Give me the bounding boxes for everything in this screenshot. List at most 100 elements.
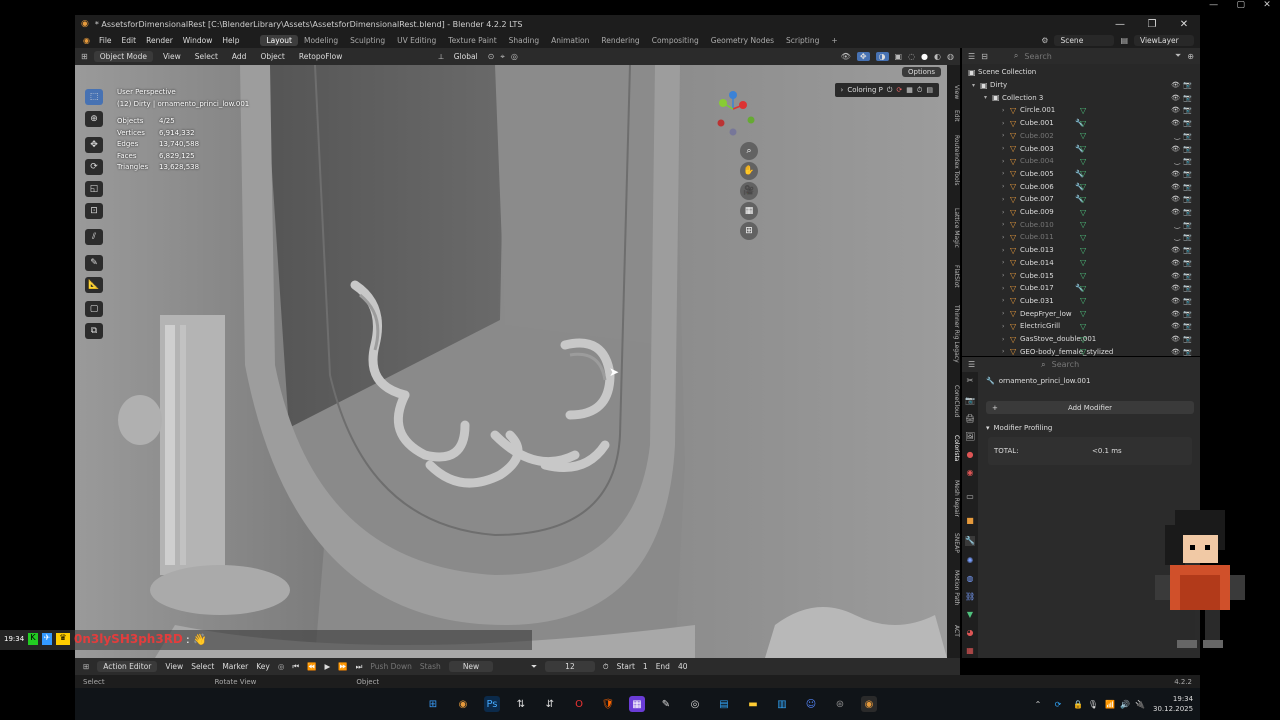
eye-icon[interactable]: ‿	[1174, 157, 1180, 165]
menu-render[interactable]: Render	[141, 36, 178, 45]
proportional-edit-icon[interactable]: ◎	[511, 52, 518, 61]
expand-icon[interactable]: ›	[1002, 221, 1010, 228]
mesh-data-icon[interactable]: ▽	[1080, 220, 1086, 229]
n-tab-edit[interactable]: Edit	[947, 110, 960, 122]
data-tab-icon[interactable]: ▼	[965, 610, 975, 620]
taskbar-clock[interactable]: 19:34 30.12.2025	[1153, 694, 1193, 714]
gizmo-y-axis[interactable]	[719, 99, 727, 107]
workspace-tab-sculpting[interactable]: Sculpting	[344, 35, 391, 46]
jump-end-icon[interactable]: ⏭	[356, 662, 363, 672]
navigation-gizmo[interactable]	[711, 89, 761, 139]
timeline-menu-marker[interactable]: Marker	[222, 662, 248, 671]
blender-app-icon[interactable]: ◉	[455, 696, 471, 712]
photoshop-app-icon[interactable]: Ps	[484, 696, 500, 712]
perspective-grid-icon[interactable]: ▦	[740, 202, 758, 220]
jump-start-icon[interactable]: ⏮	[292, 662, 299, 672]
world-tab-icon[interactable]: ◉	[965, 468, 975, 478]
notes-app-icon[interactable]: ▤	[716, 696, 732, 712]
add-workspace-button[interactable]: +	[825, 35, 843, 46]
tool-tab-icon[interactable]: ✂	[965, 376, 975, 386]
tool-draw[interactable]: ✎	[85, 255, 103, 271]
mesh-data-icon[interactable]: ▽	[1080, 284, 1086, 293]
coloring-panel-label[interactable]: Coloring P	[847, 86, 883, 94]
chevron-right-icon[interactable]: ›	[841, 86, 844, 94]
outer-close-button[interactable]: ✕	[1263, 0, 1271, 15]
expand-icon[interactable]: ›	[1002, 336, 1010, 343]
n-tab-thinner-rig[interactable]: Thinner Rig Legacy	[947, 305, 960, 363]
app-icon[interactable]: ▦	[629, 696, 645, 712]
mesh-data-icon[interactable]: ▽	[1080, 309, 1086, 318]
constraints-tab-icon[interactable]: ⛓	[965, 592, 975, 602]
start-menu-icon[interactable]: ⊞	[425, 696, 441, 712]
gizmo-neg-x[interactable]	[717, 119, 725, 127]
eye-icon[interactable]: 👁	[1171, 106, 1180, 114]
expand-icon[interactable]: ›	[1002, 170, 1010, 177]
editor-type-icon[interactable]: ⊞	[81, 52, 88, 61]
mesh-data-icon[interactable]: ▽	[1080, 169, 1086, 178]
workspace-tab-shading[interactable]: Shading	[503, 35, 545, 46]
filter-icon[interactable]: ⏷	[531, 662, 537, 672]
render-camera-icon[interactable]: 📷	[1183, 132, 1192, 140]
brave-browser-icon[interactable]: 🛡	[600, 696, 616, 712]
viewport-menu-object[interactable]: Object	[256, 51, 288, 62]
outliner-search-input[interactable]: Search	[1024, 52, 1124, 61]
app-icon[interactable]: ✎	[658, 696, 674, 712]
eye-icon[interactable]: ‿	[1174, 132, 1180, 140]
expand-icon[interactable]: ›	[1002, 196, 1010, 203]
outliner-item[interactable]: › ▽ Cube.001 🔧 ▽ 👁 📷	[962, 117, 1200, 130]
stash-button[interactable]: Stash	[420, 662, 441, 671]
mesh-data-icon[interactable]: ▽	[1080, 322, 1086, 331]
expand-icon[interactable]: ›	[1002, 183, 1010, 190]
blender-menu-icon[interactable]: ◉	[79, 36, 94, 45]
render-camera-icon[interactable]: 📷	[1183, 246, 1192, 254]
retopoflow-menu[interactable]: RetopoFlow	[295, 51, 347, 62]
menu-help[interactable]: Help	[217, 36, 244, 45]
expand-icon[interactable]: ›	[1002, 323, 1010, 330]
wifi-icon[interactable]: 📶	[1102, 696, 1118, 712]
start-frame-field[interactable]: 1	[643, 662, 648, 671]
object-tab-icon[interactable]: ■	[965, 516, 975, 526]
outliner-item[interactable]: › ▽ ElectricGrill ▽ 👁 📷	[962, 320, 1200, 333]
render-camera-icon[interactable]: 📷	[1183, 106, 1192, 114]
render-camera-icon[interactable]: 📷	[1183, 170, 1192, 178]
timeline-editor-icon[interactable]: ⊞	[83, 662, 89, 671]
outliner-item[interactable]: › ▽ DeepFryer_low ▽ 👁 📷	[962, 307, 1200, 320]
mesh-data-icon[interactable]: ▽	[1080, 157, 1086, 166]
n-tab-conecloud[interactable]: ConeCloud	[947, 385, 960, 418]
tray-chevron-icon[interactable]: ⌃	[1030, 696, 1046, 712]
workspace-tab-uv-editing[interactable]: UV Editing	[391, 35, 442, 46]
workspace-tab-scripting[interactable]: Scripting	[780, 35, 825, 46]
expand-icon[interactable]: ›	[1002, 145, 1010, 152]
render-camera-icon[interactable]: 📷	[1183, 297, 1192, 305]
tool-rotate[interactable]: ⟳	[85, 159, 103, 175]
expand-icon[interactable]: ›	[1002, 158, 1010, 165]
history-icon[interactable]: ⏱	[917, 86, 922, 95]
outliner-item[interactable]: › ▽ Cube.002 ▽ ‿ 📷	[962, 130, 1200, 143]
outliner-item[interactable]: › ▽ Cube.013 ▽ 👁 📷	[962, 244, 1200, 257]
blender-active-icon[interactable]: ◉	[861, 696, 877, 712]
mesh-data-icon[interactable]: ▽	[1080, 271, 1086, 280]
menu-file[interactable]: File	[94, 36, 117, 45]
gizmo-x-axis[interactable]	[739, 101, 747, 109]
outer-maximize-button[interactable]: ▢	[1236, 0, 1245, 15]
outliner-item[interactable]: › ▽ Cube.003 🔧 ▽ 👁 📷	[962, 142, 1200, 155]
collection-tab-icon[interactable]: ▭	[965, 492, 975, 502]
close-button[interactable]: ✕	[1168, 15, 1200, 33]
eye-icon[interactable]: 👁	[1171, 145, 1180, 153]
play-icon[interactable]: ▶	[325, 662, 331, 671]
visibility-icon[interactable]: 👁	[841, 52, 851, 61]
n-tab-mesh-repair[interactable]: Mesh Repair	[947, 480, 960, 517]
color-swatch-icon[interactable]: ▦	[906, 86, 913, 94]
orientation-dropdown[interactable]: Global	[450, 51, 482, 62]
outliner-item[interactable]: › ▽ Circle.001 ▽ 👁 📷	[962, 104, 1200, 117]
current-frame-field[interactable]: 12	[545, 661, 595, 672]
pivot-icon[interactable]: ⊙	[488, 52, 495, 61]
render-camera-icon[interactable]: 📷	[1183, 335, 1192, 343]
render-camera-icon[interactable]: 📷	[1183, 145, 1192, 153]
app-icon[interactable]: ⊛	[832, 696, 848, 712]
workspace-tab-texture-paint[interactable]: Texture Paint	[442, 35, 502, 46]
mesh-data-icon[interactable]: ▽	[1080, 233, 1086, 242]
timeline-menu-select[interactable]: Select	[191, 662, 214, 671]
3d-viewport[interactable]: ⬚ ⊕ ✥ ⟳ ◱ ⊡ ⫽ ✎ 📐 ▢ ⧉ User Perspective (…	[75, 65, 947, 658]
eye-icon[interactable]: 👁	[1171, 170, 1180, 178]
